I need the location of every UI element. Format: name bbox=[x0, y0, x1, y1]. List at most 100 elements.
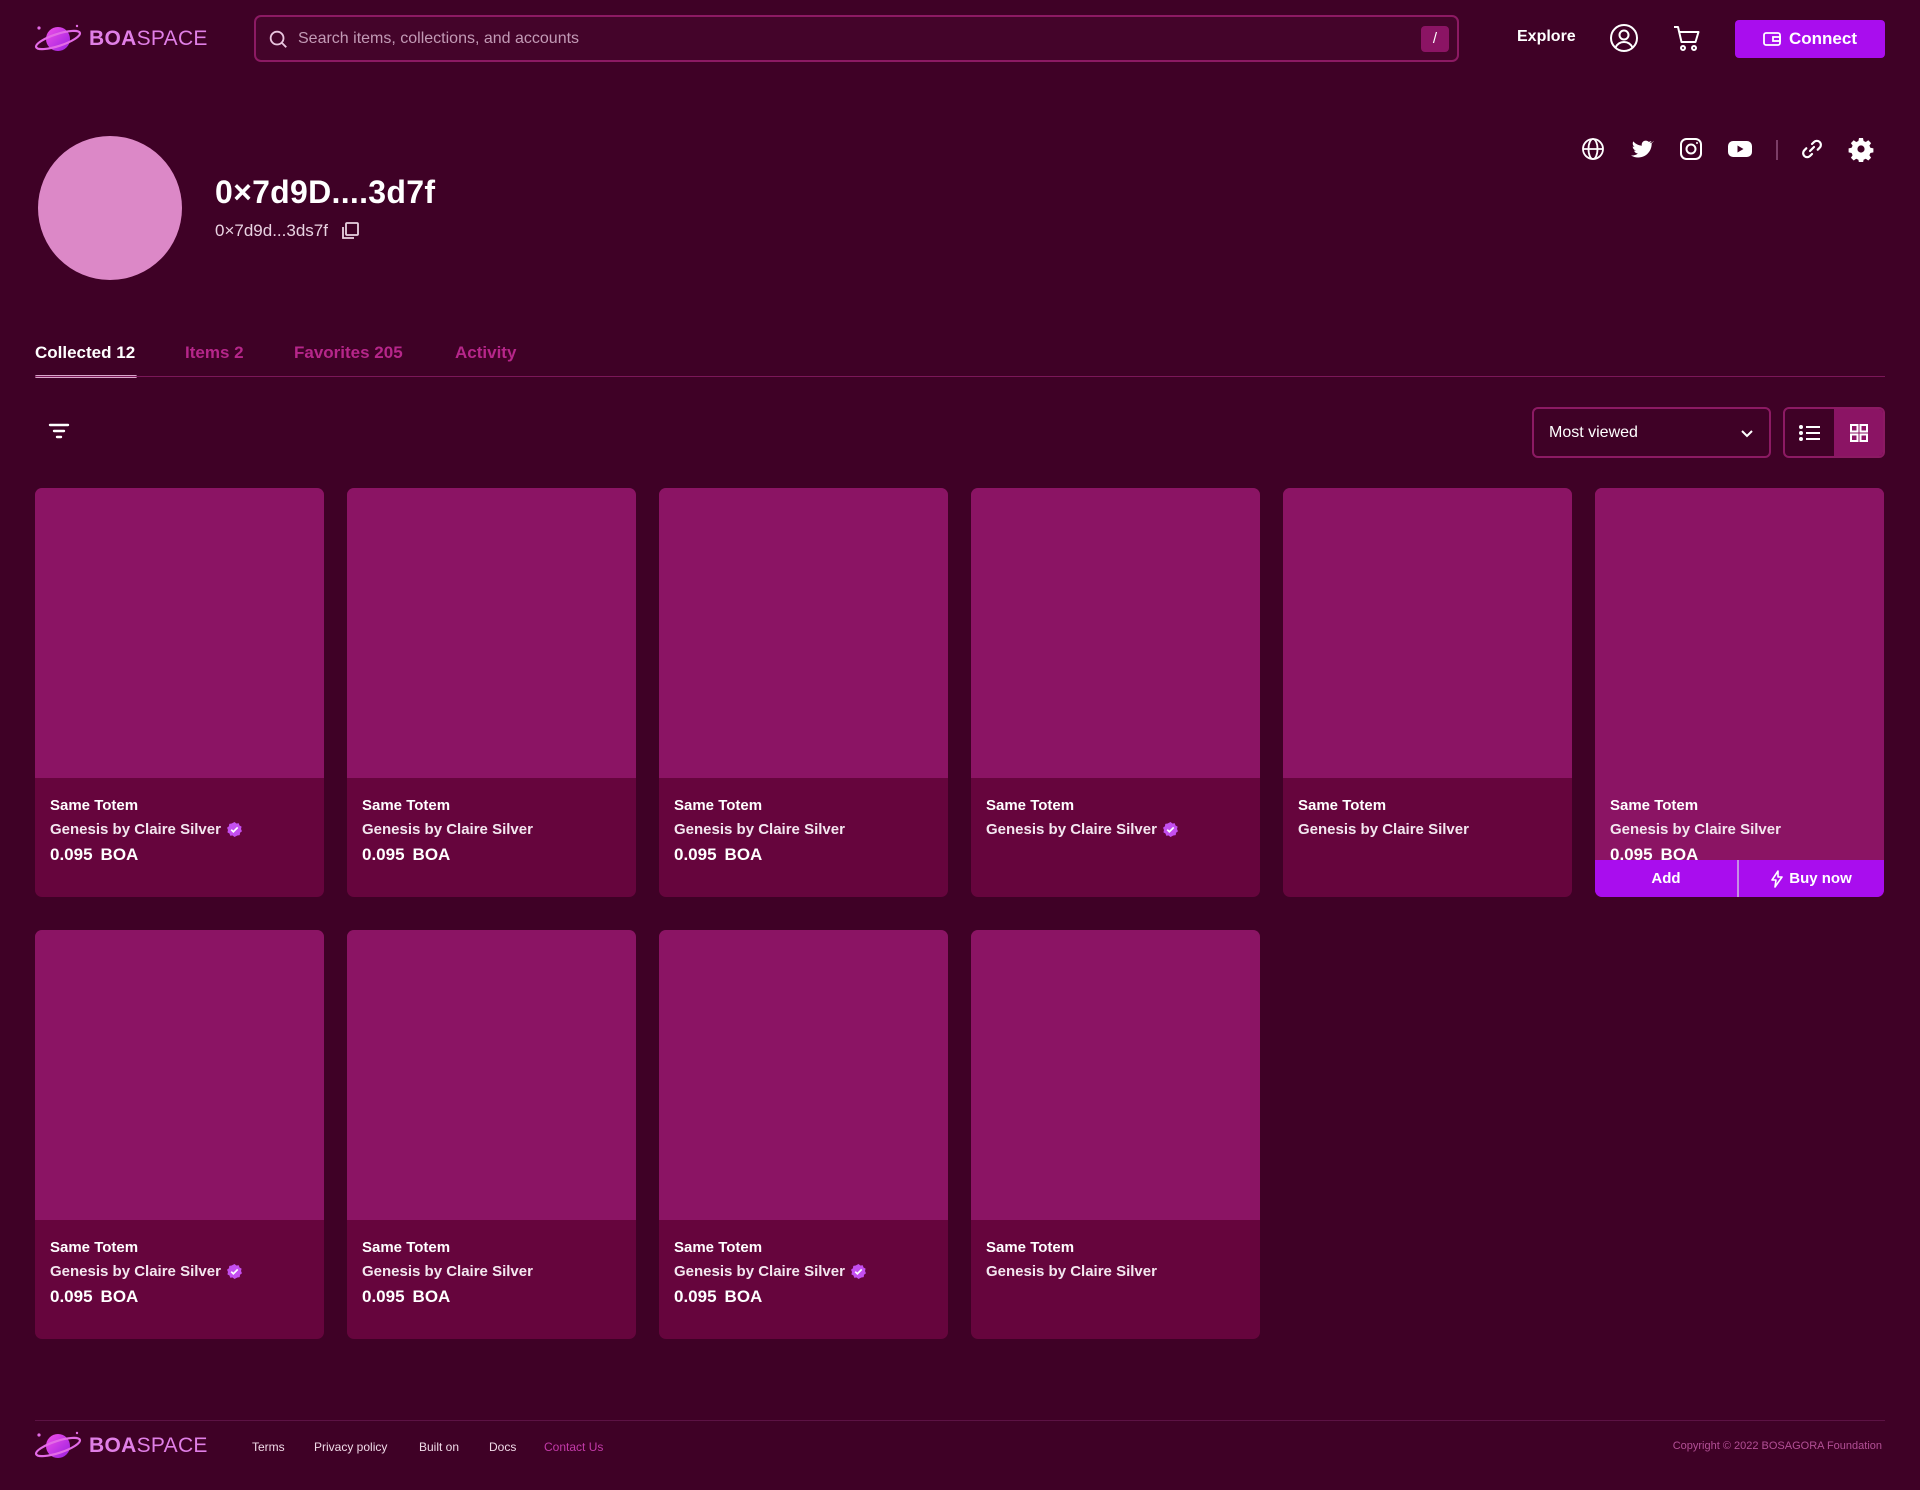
nft-card-collection-name: Genesis by Claire Silver bbox=[1610, 821, 1781, 838]
footer-link-terms[interactable]: Terms bbox=[252, 1440, 285, 1454]
nft-card[interactable]: Same Totem Genesis by Claire Silver bbox=[1283, 488, 1572, 897]
footer-divider bbox=[35, 1420, 1885, 1421]
nft-card-collection-name: Genesis by Claire Silver bbox=[674, 1263, 845, 1280]
nft-card-title: Same Totem bbox=[674, 797, 763, 814]
price-amount: 0.095 bbox=[50, 845, 93, 864]
nft-card-image[interactable] bbox=[971, 488, 1260, 778]
nft-card-image[interactable] bbox=[347, 488, 636, 778]
tab-activity[interactable]: Activity bbox=[455, 343, 516, 363]
tabs-divider bbox=[35, 376, 1885, 377]
footer-logo-text: BOASPACE bbox=[89, 1434, 208, 1457]
sort-dropdown[interactable]: Most viewed bbox=[1532, 407, 1771, 458]
profile-address-row: 0×7d9d...3ds7f bbox=[215, 221, 360, 241]
nft-card-title: Same Totem bbox=[1610, 797, 1699, 814]
nft-card-image[interactable] bbox=[1595, 488, 1884, 778]
instagram-icon[interactable] bbox=[1678, 136, 1704, 162]
verified-badge-icon bbox=[850, 1263, 866, 1280]
profile-avatar bbox=[38, 136, 182, 280]
nft-card[interactable]: Same Totem Genesis by Claire Silver 0.095 B… bbox=[1595, 488, 1884, 897]
nft-card-image[interactable] bbox=[971, 930, 1260, 1220]
lightning-bolt-icon bbox=[1771, 869, 1784, 888]
price-currency: BOA bbox=[724, 845, 763, 864]
nft-card-price: 0.095 BOA bbox=[674, 1287, 762, 1307]
nft-card[interactable]: Same Totem Genesis by Claire Silver 0.095 B… bbox=[659, 930, 948, 1339]
price-amount: 0.095 bbox=[674, 845, 717, 864]
logo[interactable]: BOASPACE bbox=[33, 22, 208, 56]
footer-logo[interactable]: BOASPACE bbox=[33, 1429, 208, 1463]
nft-card-image[interactable] bbox=[35, 930, 324, 1220]
website-globe-icon[interactable] bbox=[1580, 136, 1606, 162]
nft-card-title: Same Totem bbox=[362, 1239, 451, 1256]
nft-card-title: Same Totem bbox=[50, 1239, 139, 1256]
search-icon bbox=[269, 30, 287, 48]
search-input[interactable] bbox=[298, 25, 1398, 52]
footer-link-docs[interactable]: Docs bbox=[489, 1440, 516, 1454]
tab-items[interactable]: Items 2 bbox=[185, 343, 244, 363]
filter-icon[interactable] bbox=[46, 420, 72, 442]
footer-link-privacy[interactable]: Privacy policy bbox=[314, 1440, 387, 1454]
nft-card-collection-name: Genesis by Claire Silver bbox=[362, 1263, 533, 1280]
price-amount: 0.095 bbox=[50, 1287, 93, 1306]
add-to-cart-button[interactable]: Add bbox=[1595, 860, 1737, 897]
user-account-icon[interactable] bbox=[1609, 23, 1639, 53]
nft-card-price: 0.095 BOA bbox=[50, 845, 138, 865]
nft-card-price: 0.095 BOA bbox=[50, 1287, 138, 1307]
nft-card-title: Same Totem bbox=[1298, 797, 1387, 814]
connect-wallet-button[interactable]: Connect bbox=[1735, 20, 1885, 58]
youtube-icon[interactable] bbox=[1727, 136, 1753, 162]
nft-card-image[interactable] bbox=[35, 488, 324, 778]
twitter-icon[interactable] bbox=[1629, 136, 1655, 162]
nft-card[interactable]: Same Totem Genesis by Claire Silver bbox=[971, 488, 1260, 897]
nft-card-collection-name: Genesis by Claire Silver bbox=[986, 1263, 1157, 1280]
nft-card-image[interactable] bbox=[659, 930, 948, 1220]
price-currency: BOA bbox=[100, 845, 139, 864]
nft-card-collection-name: Genesis by Claire Silver bbox=[50, 821, 221, 838]
nft-card-image[interactable] bbox=[347, 930, 636, 1220]
nft-card-image[interactable] bbox=[1283, 488, 1572, 778]
nft-card-title: Same Totem bbox=[674, 1239, 763, 1256]
nft-card[interactable]: Same Totem Genesis by Claire Silver 0.095 B… bbox=[659, 488, 948, 897]
list-view-button[interactable] bbox=[1785, 409, 1834, 456]
nft-card-collection: Genesis by Claire Silver bbox=[1298, 821, 1469, 838]
copy-icon[interactable] bbox=[340, 221, 360, 241]
share-link-icon[interactable] bbox=[1799, 136, 1825, 162]
logo-text: BOASPACE bbox=[89, 27, 208, 50]
grid-view-icon bbox=[1849, 423, 1868, 442]
nft-card[interactable]: Same Totem Genesis by Claire Silver 0.095 B… bbox=[347, 930, 636, 1339]
nft-card[interactable]: Same Totem Genesis by Claire Silver bbox=[971, 930, 1260, 1339]
price-amount: 0.095 bbox=[362, 845, 405, 864]
shopping-cart-icon[interactable] bbox=[1672, 23, 1702, 53]
footer-link-contact[interactable]: Contact Us bbox=[544, 1440, 603, 1454]
nft-card-title: Same Totem bbox=[986, 1239, 1075, 1256]
nav-explore-link[interactable]: Explore bbox=[1517, 28, 1576, 46]
settings-gear-icon[interactable] bbox=[1848, 136, 1874, 162]
nft-card-image[interactable] bbox=[659, 488, 948, 778]
view-mode-toggle bbox=[1783, 407, 1885, 458]
grid-view-button[interactable] bbox=[1834, 409, 1883, 456]
nft-card-collection: Genesis by Claire Silver bbox=[50, 1263, 243, 1280]
verified-badge-icon bbox=[226, 1263, 242, 1280]
buy-now-button[interactable]: Buy now bbox=[1739, 860, 1884, 897]
nft-card-collection: Genesis by Claire Silver bbox=[362, 1263, 533, 1280]
tab-favorites[interactable]: Favorites 205 bbox=[294, 343, 403, 363]
profile-name: 0×7d9D....3d7f bbox=[215, 174, 436, 210]
nft-card[interactable]: Same Totem Genesis by Claire Silver 0.095 B… bbox=[35, 488, 324, 897]
nft-card-collection: Genesis by Claire Silver bbox=[1610, 821, 1781, 838]
profile-address: 0×7d9d...3ds7f bbox=[215, 221, 328, 240]
nft-card[interactable]: Same Totem Genesis by Claire Silver 0.095 B… bbox=[347, 488, 636, 897]
connect-label: Connect bbox=[1789, 29, 1857, 48]
nft-card-price: 0.095 BOA bbox=[362, 845, 450, 865]
price-amount: 0.095 bbox=[674, 1287, 717, 1306]
tab-collected[interactable]: Collected 12 bbox=[35, 343, 135, 363]
header: BOASPACE / Explore Connect bbox=[0, 0, 1920, 78]
nft-card-title: Same Totem bbox=[50, 797, 139, 814]
planet-logo-icon bbox=[34, 1431, 82, 1458]
price-currency: BOA bbox=[100, 1287, 139, 1306]
price-currency: BOA bbox=[412, 845, 451, 864]
nft-card-price: 0.095 BOA bbox=[674, 845, 762, 865]
footer-link-built-on[interactable]: Built on bbox=[419, 1440, 459, 1454]
wallet-icon bbox=[1763, 32, 1781, 46]
nft-card[interactable]: Same Totem Genesis by Claire Silver 0.095 B… bbox=[35, 930, 324, 1339]
search-bar[interactable]: / bbox=[254, 15, 1459, 62]
nft-card-collection-name: Genesis by Claire Silver bbox=[674, 821, 845, 838]
